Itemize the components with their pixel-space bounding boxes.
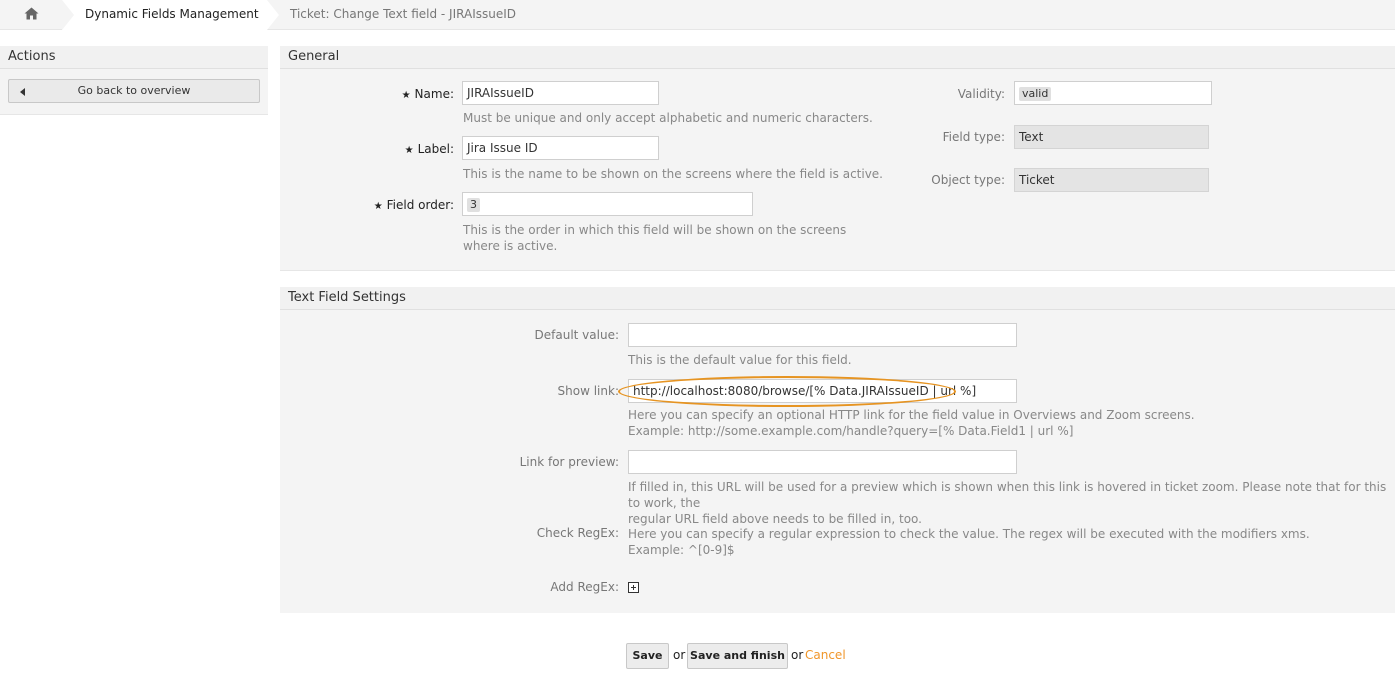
label-label: ★ Label: xyxy=(404,142,454,156)
default-value-hint: This is the default value for this field… xyxy=(628,353,852,367)
required-star-icon: ★ xyxy=(404,145,414,156)
default-value-label: Default value: xyxy=(534,328,619,342)
show-link-hint: Here you can specify an optional HTTP li… xyxy=(628,408,1195,438)
save-button[interactable]: Save xyxy=(626,643,669,669)
check-regex-label: Check RegEx: xyxy=(536,526,619,540)
label-hint: This is the name to be shown on the scre… xyxy=(463,167,883,181)
name-hint: Must be unique and only accept alphabeti… xyxy=(463,111,873,125)
actions-sidebar: Actions Go back to overview xyxy=(0,46,268,115)
home-icon xyxy=(24,7,38,20)
text-field-settings-panel: Text Field Settings Default value: This … xyxy=(280,287,1395,613)
field-order-input[interactable]: 3 xyxy=(462,192,753,216)
default-value-input[interactable] xyxy=(628,323,1017,347)
required-star-icon: ★ xyxy=(401,90,411,101)
save-and-finish-button[interactable]: Save and finish xyxy=(687,643,788,669)
field-order-label: ★ Field order: xyxy=(373,198,454,212)
link-preview-label: Link for preview: xyxy=(519,455,619,469)
text-field-settings-title: Text Field Settings xyxy=(280,287,1395,310)
or-text: or xyxy=(791,648,804,662)
name-label: ★ Name: xyxy=(401,87,454,101)
link-preview-hint: If filled in, this URL will be used for … xyxy=(628,480,1387,526)
required-star-icon: ★ xyxy=(373,201,383,212)
go-back-label: Go back to overview xyxy=(77,84,191,97)
plus-square-icon[interactable] xyxy=(628,582,639,593)
caret-left-icon xyxy=(20,88,25,96)
general-panel: General ★ Name: JIRAIssueID Must be uniqu… xyxy=(280,46,1395,271)
general-title: General xyxy=(280,46,1395,69)
show-link-input[interactable]: http://localhost:8080/browse/[% Data.JIR… xyxy=(628,379,1017,403)
show-link-label: Show link: xyxy=(557,384,619,398)
cancel-link[interactable]: Cancel xyxy=(805,648,846,662)
validity-label: Validity: xyxy=(957,87,1005,101)
breadcrumb: Dynamic Fields Management Ticket: Change… xyxy=(0,0,1395,30)
field-type-label: Field type: xyxy=(942,130,1005,144)
name-input[interactable]: JIRAIssueID xyxy=(462,81,659,105)
add-regex-label: Add RegEx: xyxy=(550,580,619,594)
field-type-field: Text xyxy=(1014,125,1209,149)
breadcrumb-current-page: Ticket: Change Text field - JIRAIssueID xyxy=(290,7,517,21)
validity-value: valid xyxy=(1019,87,1052,101)
link-preview-input[interactable] xyxy=(628,450,1017,474)
field-order-value: 3 xyxy=(467,198,480,212)
check-regex-hint: Here you can specify a regular expressio… xyxy=(628,527,1310,557)
actions-title: Actions xyxy=(0,46,268,69)
validity-select[interactable]: valid xyxy=(1014,81,1212,105)
or-text: or xyxy=(673,648,686,662)
label-input[interactable]: Jira Issue ID xyxy=(462,136,659,160)
object-type-label: Object type: xyxy=(931,173,1005,187)
field-order-hint: This is the order in which this field wi… xyxy=(463,223,847,253)
go-back-button[interactable]: Go back to overview xyxy=(8,79,260,103)
object-type-field: Ticket xyxy=(1014,168,1209,192)
breadcrumb-home[interactable] xyxy=(0,0,62,30)
breadcrumb-dynamic-fields-management[interactable]: Dynamic Fields Management xyxy=(62,0,279,30)
